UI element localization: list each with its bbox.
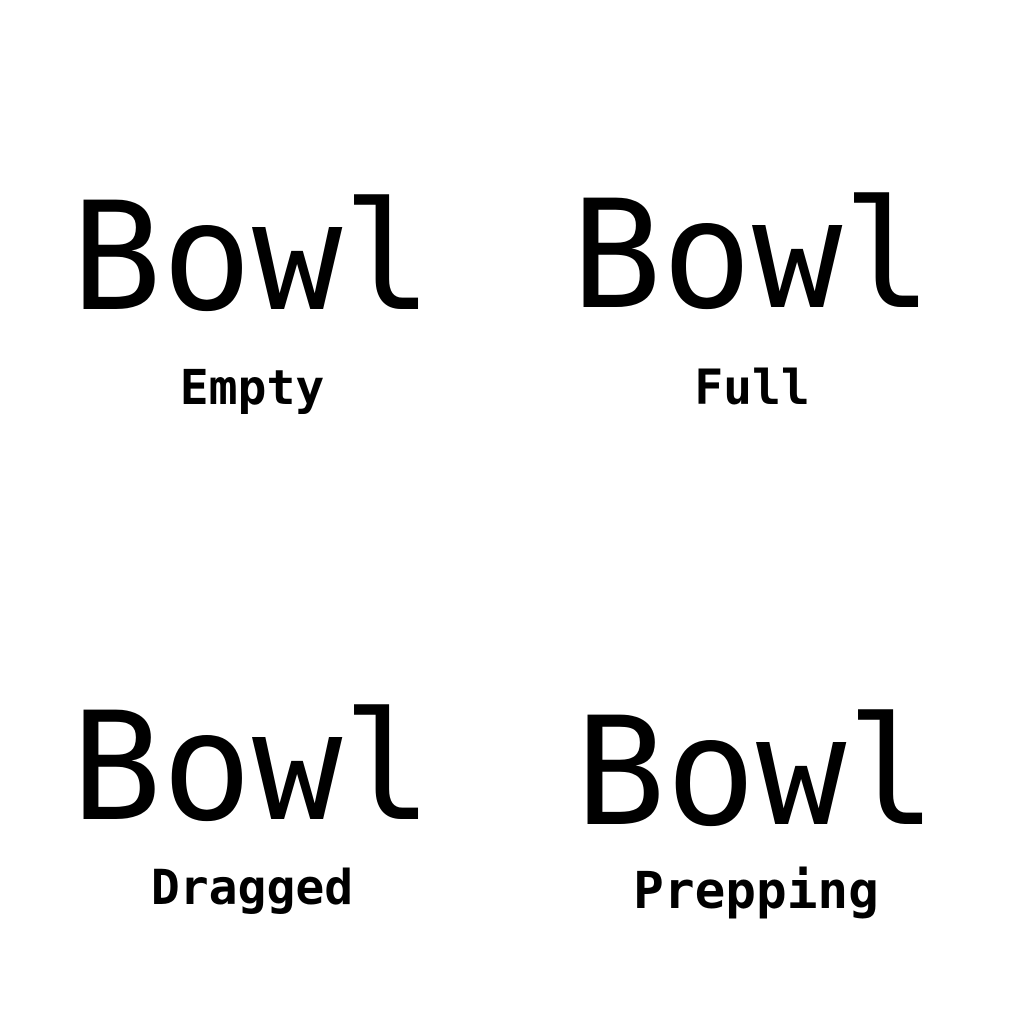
state-label: Dragged [150,860,354,916]
state-label: Prepping [633,862,879,921]
item-title: Bowl [575,686,937,860]
item-title: Bowl [71,681,433,855]
state-card-dragged: Bowl Dragged [0,0,508,912]
state-card-prepping: Bowl Prepping [500,0,1012,917]
